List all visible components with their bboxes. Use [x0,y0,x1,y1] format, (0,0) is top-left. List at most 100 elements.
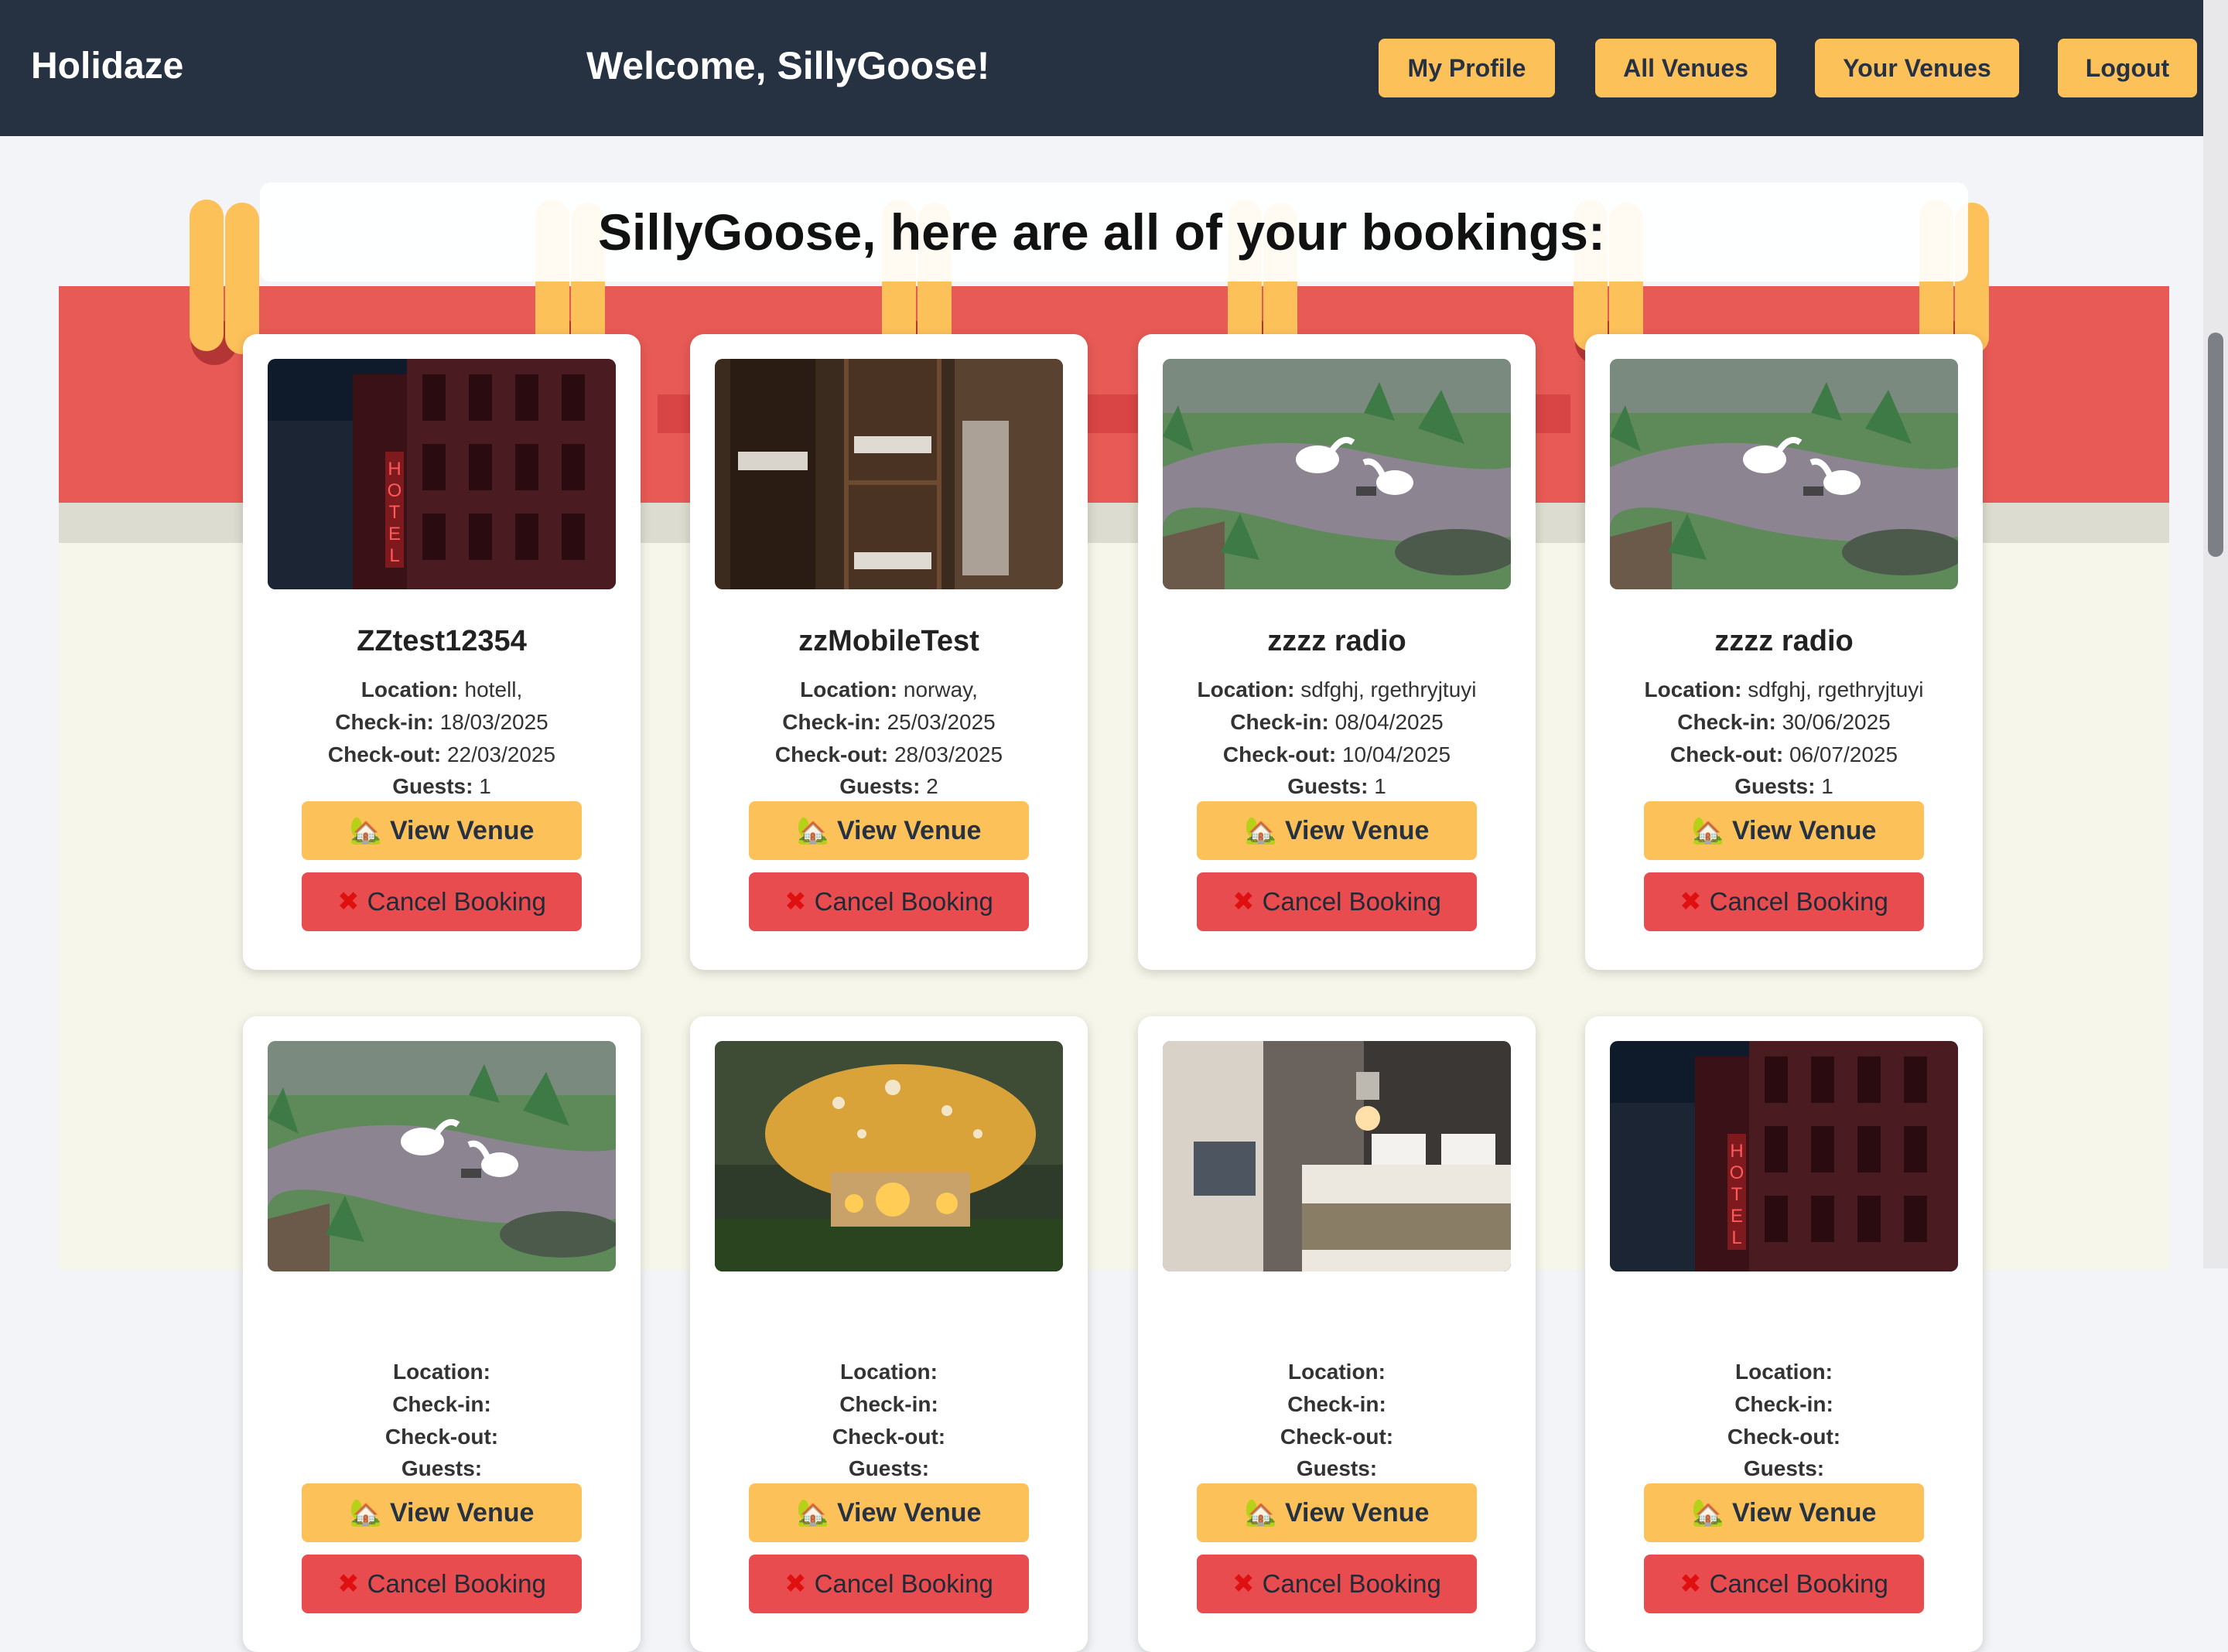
cancel-booking-label: Cancel Booking [367,1569,546,1598]
location-label: Location: [800,678,898,701]
view-venue-button[interactable]: 🏡 View Venue [749,801,1029,860]
guests-line: Guests: [1138,1456,1536,1481]
hotel-neon-image: H O T E L [268,359,616,589]
cancel-booking-button[interactable]: ✖ Cancel Booking [302,872,582,931]
cancel-booking-button[interactable]: ✖ Cancel Booking [749,872,1029,931]
booking-card: zzzz radio Location: sdfghj, rgethryjtuy… [1585,334,1983,970]
location-line: Location: norway, [690,678,1088,702]
svg-text:E: E [388,524,401,544]
page-scrollbar[interactable] [2203,0,2228,1268]
checkout-line: Check-out: [1138,1425,1536,1449]
cancel-booking-button[interactable]: ✖ Cancel Booking [1644,872,1924,931]
guests-label: Guests: [1287,774,1369,798]
svg-text:T: T [389,502,401,523]
house-icon: 🏡 [1691,1498,1724,1527]
svg-text:H: H [1730,1141,1743,1162]
checkout-line: Check-out: 22/03/2025 [243,742,641,767]
top-navbar: Holidaze Welcome, SillyGoose! My Profile… [0,0,2203,136]
view-venue-label: View Venue [1284,1497,1430,1527]
checkin-line: Check-in: 18/03/2025 [243,710,641,735]
cancel-booking-label: Cancel Booking [1262,887,1441,916]
location-value: norway, [903,678,978,701]
cancel-booking-button[interactable]: ✖ Cancel Booking [1197,1555,1477,1613]
checkin-line: Check-in: [1138,1392,1536,1417]
location-line: Location: sdfghj, rgethryjtuyi [1585,678,1983,702]
guests-value: 1 [479,774,491,798]
checkout-value: 28/03/2025 [894,742,1003,766]
guests-label: Guests: [1743,1456,1825,1480]
location-value: sdfghj, rgethryjtuyi [1300,678,1477,701]
checkout-line: Check-out: [690,1425,1088,1449]
guests-line: Guests: [243,1456,641,1481]
venue-name: ZZtest12354 [357,625,527,657]
guests-line: Guests: [1585,1456,1983,1481]
checkout-label: Check-out: [384,1425,499,1449]
svg-text:O: O [1730,1162,1744,1183]
checkout-value: 06/07/2025 [1789,742,1898,766]
guests-value: 1 [1374,774,1386,798]
checkout-label: Check-out: [774,742,889,766]
view-venue-button[interactable]: 🏡 View Venue [1197,801,1477,860]
checkin-line: Check-in: [1585,1392,1983,1417]
view-venue-button[interactable]: 🏡 View Venue [1197,1483,1477,1542]
location-label: Location: [1288,1360,1386,1384]
brand-logo[interactable]: Holidaze [31,45,183,87]
checkin-value: 18/03/2025 [439,710,548,734]
guests-label: Guests: [401,1456,483,1480]
guests-line: Guests: 1 [1138,774,1536,799]
checkout-value: 10/04/2025 [1341,742,1451,766]
view-venue-button[interactable]: 🏡 View Venue [1644,801,1924,860]
guests-line: Guests: [690,1456,1088,1481]
checkout-label: Check-out: [327,742,442,766]
location-line: Location: sdfghj, rgethryjtuyi [1138,678,1536,702]
logout-button[interactable]: Logout [2058,39,2197,97]
scrollbar-thumb[interactable] [2208,333,2223,557]
cancel-booking-label: Cancel Booking [814,887,993,916]
cancel-booking-button[interactable]: ✖ Cancel Booking [1197,872,1477,931]
cancel-booking-button[interactable]: ✖ Cancel Booking [749,1555,1029,1613]
welcome-message: Welcome, SillyGoose! [586,44,990,87]
geese-garden-image [1610,359,1958,589]
booking-card: Location: Check-in: Check-out: Guests: 🏡… [1138,1016,1536,1652]
booking-card: Location: Check-in: Check-out: Guests: 🏡… [690,1016,1088,1652]
checkin-label: Check-in: [782,710,881,734]
guests-label: Guests: [839,774,921,798]
your-venues-button[interactable]: Your Venues [1815,39,2019,97]
checkout-label: Check-out: [832,1425,946,1449]
my-profile-button[interactable]: My Profile [1379,39,1555,97]
view-venue-button[interactable]: 🏡 View Venue [749,1483,1029,1542]
checkout-value: 22/03/2025 [446,742,556,766]
svg-text:L: L [389,545,399,566]
location-value: hotell, [464,678,523,701]
house-icon: 🏡 [349,1498,382,1527]
view-venue-button[interactable]: 🏡 View Venue [302,1483,582,1542]
cancel-booking-button[interactable]: ✖ Cancel Booking [302,1555,582,1613]
page-title: SillyGoose, here are all of your booking… [598,203,1605,261]
checkin-label: Check-in: [839,1392,938,1416]
checkin-label: Check-in: [1230,710,1329,734]
location-label: Location: [361,678,459,701]
view-venue-button[interactable]: 🏡 View Venue [1644,1483,1924,1542]
venue-name: zzzz radio [1267,625,1406,657]
cross-mark-icon: ✖ [337,887,360,916]
guests-line: Guests: 1 [243,774,641,799]
cross-mark-icon: ✖ [1680,887,1702,916]
svg-text:L: L [1731,1227,1741,1248]
checkin-label: Check-in: [1287,1392,1386,1416]
location-line: Location: [690,1360,1088,1384]
checkin-line: Check-in: 25/03/2025 [690,710,1088,735]
cross-mark-icon: ✖ [1680,1569,1702,1599]
hotel-bedroom-image [1163,1041,1511,1271]
location-label: Location: [840,1360,938,1384]
view-venue-button[interactable]: 🏡 View Venue [302,801,582,860]
cancel-booking-button[interactable]: ✖ Cancel Booking [1644,1555,1924,1613]
view-venue-label: View Venue [836,1497,982,1527]
all-venues-button[interactable]: All Venues [1595,39,1776,97]
view-venue-label: View Venue [1731,815,1877,845]
location-line: Location: hotell, [243,678,641,702]
bunk-room-image [715,359,1063,589]
checkin-line: Check-in: 08/04/2025 [1138,710,1536,735]
geese-garden-image [268,1041,616,1271]
cross-mark-icon: ✖ [1232,1569,1255,1599]
guests-label: Guests: [392,774,473,798]
